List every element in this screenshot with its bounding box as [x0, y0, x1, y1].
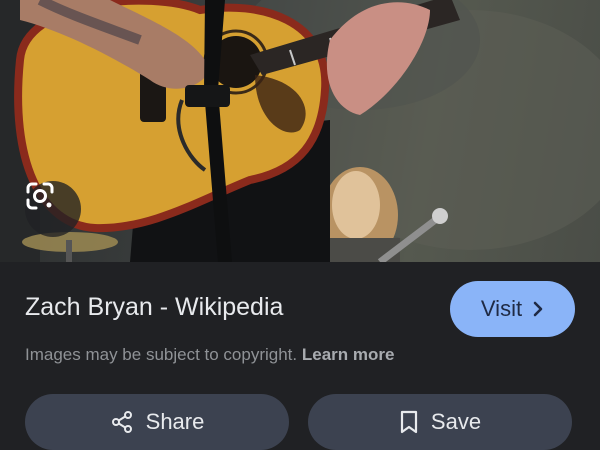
share-label: Share: [145, 409, 205, 434]
visit-button[interactable]: Visit: [450, 281, 575, 337]
image-result-panel: Zach Bryan - Wikipedia Visit Images may …: [0, 0, 600, 450]
copyright-notice: Images may be subject to copyright. Lear…: [25, 345, 394, 365]
share-icon: [110, 410, 134, 434]
bookmark-icon: [399, 410, 419, 434]
guitarist-photo: [0, 0, 600, 262]
google-lens-button[interactable]: [25, 181, 81, 237]
copyright-text: Images may be subject to copyright.: [25, 345, 298, 364]
result-image[interactable]: [0, 0, 600, 262]
share-button[interactable]: Share: [25, 394, 289, 450]
result-title[interactable]: Zach Bryan - Wikipedia: [25, 293, 283, 322]
learn-more-link[interactable]: Learn more: [302, 345, 395, 364]
chevron-right-icon: [532, 301, 544, 317]
visit-label: Visit: [480, 296, 523, 321]
result-info: Zach Bryan - Wikipedia Visit Images may …: [0, 262, 600, 450]
save-label: Save: [430, 409, 482, 434]
save-button[interactable]: Save: [308, 394, 572, 450]
